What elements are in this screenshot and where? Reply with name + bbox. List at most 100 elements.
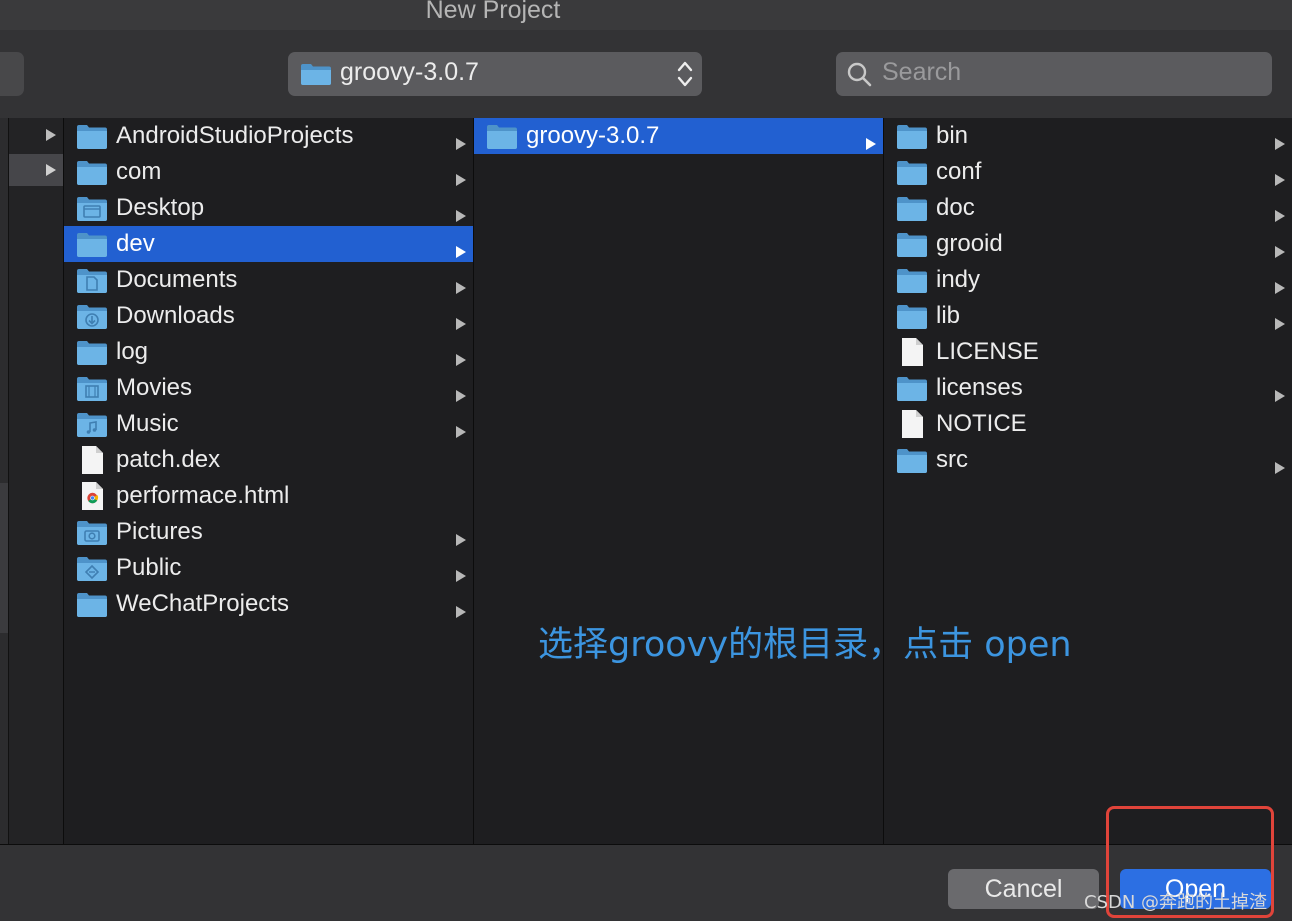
list-item[interactable]: Documents: [64, 262, 473, 298]
list-item[interactable]: Pictures: [64, 514, 473, 550]
folder-icon: [896, 302, 928, 330]
item-name: groovy-3.0.7: [526, 122, 660, 149]
item-name: src: [936, 446, 968, 473]
item-name: licenses: [936, 374, 1023, 401]
pictures-folder-icon: [76, 518, 108, 546]
folder-icon: [76, 158, 108, 186]
item-name: performace.html: [116, 482, 290, 509]
item-name: Documents: [116, 266, 238, 293]
item-name: conf: [936, 158, 982, 185]
file-icon: [896, 410, 928, 438]
folder-icon: [300, 62, 332, 91]
folder-icon: [76, 338, 108, 366]
list-item[interactable]: Movies: [64, 370, 473, 406]
desktop-folder-icon: [76, 194, 108, 222]
groovy-folder-column[interactable]: bin conf doc grooid indy lib LICENSE licenses NO…: [884, 118, 1292, 844]
list-item[interactable]: doc: [884, 190, 1292, 226]
file-icon: [896, 338, 928, 366]
folder-icon: [896, 230, 928, 258]
back-forward-buttons[interactable]: [0, 52, 24, 96]
up-down-chevron-icon: [676, 58, 694, 90]
list-item[interactable]: com: [64, 154, 473, 190]
item-name: com: [116, 158, 162, 185]
documents-folder-icon: [76, 266, 108, 294]
item-name: log: [116, 338, 149, 365]
folder-icon: [896, 266, 928, 294]
list-item[interactable]: AndroidStudioProjects: [64, 118, 473, 154]
watermark: CSDN @奔跑的土掉渣: [1084, 892, 1268, 913]
list-item[interactable]: dev: [64, 226, 473, 262]
list-item[interactable]: NOTICE: [884, 406, 1292, 442]
folder-icon: [896, 374, 928, 402]
disclosure-arrow-icon: [45, 163, 57, 182]
downloads-folder-icon: [76, 302, 108, 330]
item-name: dev: [116, 230, 155, 257]
list-item[interactable]: Desktop: [64, 190, 473, 226]
item-name: AndroidStudioProjects: [116, 122, 354, 149]
item-name: Public: [116, 554, 182, 581]
toolbar: groovy-3.0.7 Search: [0, 30, 1292, 119]
path-popup-button[interactable]: groovy-3.0.7: [288, 52, 702, 96]
item-name: patch.dex: [116, 446, 221, 473]
search-field[interactable]: Search: [836, 52, 1272, 96]
folder-icon: [76, 590, 108, 618]
chrome-html-file-icon: [76, 482, 108, 510]
title-bar: New Project: [0, 0, 1292, 30]
folder-icon: [486, 122, 518, 150]
folder-icon: [896, 446, 928, 474]
item-name: NOTICE: [936, 410, 1027, 437]
list-item[interactable]: bin: [884, 118, 1292, 154]
folder-icon: [896, 158, 928, 186]
item-name: Pictures: [116, 518, 203, 545]
item-name: bin: [936, 122, 969, 149]
item-name: WeChatProjects: [116, 590, 289, 617]
item-name: Music: [116, 410, 179, 437]
disclosure-arrow-icon: [865, 129, 877, 165]
folder-icon: [896, 194, 928, 222]
instruction-annotation: 选择groovy的根目录，点击 open: [538, 625, 1072, 665]
disclosure-arrow-icon: [1274, 453, 1286, 489]
music-folder-icon: [76, 410, 108, 438]
folder-icon: [896, 122, 928, 150]
list-item[interactable]: patch.dex: [64, 442, 473, 478]
window-title: New Project: [425, 0, 561, 24]
list-item[interactable]: LICENSE: [884, 334, 1292, 370]
search-placeholder: Search: [882, 58, 962, 86]
item-name: LICENSE: [936, 338, 1039, 365]
list-item[interactable]: Music: [64, 406, 473, 442]
item-name: doc: [936, 194, 975, 221]
path-popup-label: groovy-3.0.7: [340, 58, 479, 86]
list-item[interactable]: groovy-3.0.7: [474, 118, 883, 154]
item-name: lib: [936, 302, 961, 329]
list-item[interactable]: Public: [64, 550, 473, 586]
dev-folder-column[interactable]: groovy-3.0.7: [474, 118, 884, 844]
cancel-button[interactable]: Cancel: [948, 869, 1099, 909]
item-name: indy: [936, 266, 981, 293]
list-item[interactable]: licenses: [884, 370, 1292, 406]
disclosure-arrow-icon: [455, 597, 467, 633]
public-folder-icon: [76, 554, 108, 582]
item-name: Movies: [116, 374, 193, 401]
folder-icon: [76, 230, 108, 258]
list-item[interactable]: lib: [884, 298, 1292, 334]
folder-icon: [76, 122, 108, 150]
parent-row-selected[interactable]: [9, 154, 63, 186]
list-item[interactable]: log: [64, 334, 473, 370]
list-item[interactable]: Downloads: [64, 298, 473, 334]
list-item[interactable]: conf: [884, 154, 1292, 190]
list-item[interactable]: indy: [884, 262, 1292, 298]
item-name: Downloads: [116, 302, 235, 329]
item-name: Desktop: [116, 194, 205, 221]
list-item[interactable]: grooid: [884, 226, 1292, 262]
movies-folder-icon: [76, 374, 108, 402]
disclosure-arrow-icon: [45, 128, 57, 147]
file-icon: [76, 446, 108, 474]
parent-column[interactable]: [0, 118, 64, 844]
list-item[interactable]: WeChatProjects: [64, 586, 473, 622]
list-item[interactable]: src: [884, 442, 1292, 478]
item-name: grooid: [936, 230, 1003, 257]
search-icon: [846, 61, 872, 92]
list-item[interactable]: performace.html: [64, 478, 473, 514]
home-folder-column[interactable]: AndroidStudioProjects com Desktop dev Docume…: [64, 118, 474, 844]
parent-row[interactable]: [9, 118, 63, 154]
